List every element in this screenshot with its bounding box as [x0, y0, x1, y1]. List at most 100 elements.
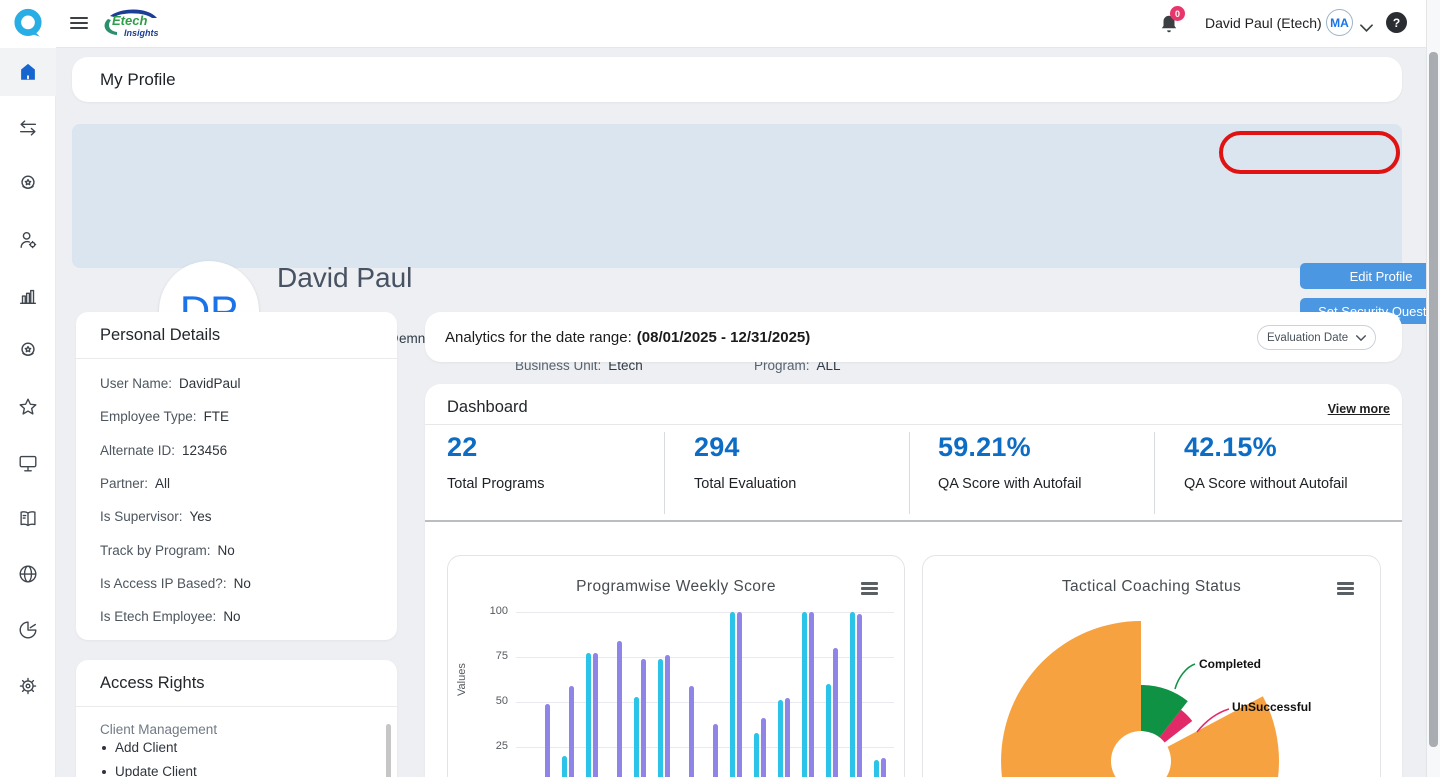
personal-details-card: Personal Details User Name: DavidPaul Emp…	[76, 312, 397, 640]
analytics-bar: Analytics for the date range: (08/01/202…	[425, 312, 1402, 362]
gridline	[516, 612, 894, 613]
evaluation-date-dropdown[interactable]: Evaluation Date	[1257, 325, 1376, 350]
detail-row-alternate-id: Alternate ID: 123456	[100, 443, 228, 458]
bar-purple-7	[713, 723, 718, 777]
stat-qa-without-autofail: 42.15% QA Score without Autofail	[1184, 432, 1348, 492]
coaching-status-chart-card: Tactical Coaching Status Completed UnSuc…	[922, 555, 1381, 777]
page-scrollbar-thumb[interactable]	[1429, 52, 1438, 747]
bar-purple-14	[881, 757, 886, 777]
bar-purple-6	[689, 685, 694, 777]
access-rights-scrollbar-thumb[interactable]	[386, 724, 391, 777]
y-tick: 25	[495, 740, 508, 752]
bar-purple-1	[569, 685, 574, 777]
bar-purple-13	[857, 613, 862, 777]
divider	[425, 520, 1402, 522]
page-scrollbar[interactable]	[1426, 0, 1440, 777]
avatar-initials: MA	[1330, 15, 1349, 30]
award-badge-icon	[21, 342, 35, 356]
personal-details-title: Personal Details	[100, 326, 221, 344]
etech-insights-logo: Etech Insights	[104, 9, 159, 38]
sidebar-item-reports[interactable]	[0, 272, 56, 320]
user-settings-icon	[20, 231, 37, 249]
divider	[664, 432, 665, 514]
bar-purple-5	[665, 655, 670, 777]
brand-line1: Etech	[112, 13, 147, 28]
award-badge-icon	[21, 175, 35, 189]
bar-purple-3	[617, 640, 622, 777]
sidebar	[0, 48, 56, 777]
detail-row-etech-employee: Is Etech Employee: No	[100, 609, 241, 624]
bar-cyan-2	[586, 653, 591, 777]
bar-cyan-9	[754, 732, 759, 777]
detail-row-user-name: User Name: DavidPaul	[100, 376, 241, 391]
help-icon[interactable]: ?	[1386, 12, 1407, 33]
bar-cyan-4	[634, 696, 639, 777]
brand-logo: Etech Insights	[98, 5, 162, 48]
app-logo	[0, 0, 56, 48]
bar-chart-icon	[19, 289, 37, 305]
sidebar-item-user-management[interactable]	[0, 216, 56, 264]
y-tick: 100	[489, 605, 508, 617]
access-rights-group: Client Management	[100, 722, 218, 737]
y-axis-title: Values	[456, 663, 468, 696]
pie-label-completed: Completed	[1199, 657, 1262, 671]
profile-banner: DP David Paul Email:David.paul@emnop.com…	[72, 124, 1440, 373]
pie-label-unsuccessful: UnSuccessful	[1232, 700, 1312, 714]
brand-line2: Insights	[124, 28, 159, 38]
detail-row-partner: Partner: All	[100, 476, 171, 491]
detail-row-track-by-program: Track by Program: No	[100, 543, 235, 558]
analytics-label: Analytics for the date range:	[445, 328, 632, 346]
divider	[76, 358, 397, 359]
detail-row-is-supervisor: Is Supervisor: Yes	[100, 509, 212, 524]
access-rights-card: Access Rights Client Management Add Clie…	[76, 660, 397, 777]
view-more-link[interactable]: View more	[1328, 402, 1390, 416]
sidebar-item-favorites[interactable]	[0, 383, 56, 431]
bar-purple-10	[785, 698, 790, 777]
user-avatar[interactable]: MA	[1326, 9, 1353, 36]
sidebar-item-home[interactable]	[0, 48, 56, 96]
sidebar-item-settings[interactable]	[0, 662, 56, 710]
divider	[909, 432, 910, 514]
home-icon	[21, 63, 35, 80]
detail-row-employee-type: Employee Type: FTE	[100, 409, 230, 424]
globe-icon	[19, 565, 37, 583]
pie-chart-icon	[19, 621, 37, 639]
notification-count-badge: 0	[1170, 6, 1185, 21]
bar-purple-2	[593, 653, 598, 777]
sidebar-item-monitoring[interactable]	[0, 439, 56, 487]
label-connector	[1174, 663, 1196, 690]
settings-gear-icon	[19, 677, 37, 695]
divider	[425, 424, 1402, 425]
bar-purple-9	[761, 718, 766, 777]
bar-cyan-5	[658, 658, 663, 777]
dropdown-selected-value: Evaluation Date	[1267, 331, 1349, 344]
sidebar-item-coaching[interactable]	[0, 327, 56, 375]
page-title: My Profile	[100, 69, 176, 89]
chart-menu-icon[interactable]	[861, 582, 878, 597]
menu-toggle-icon[interactable]	[70, 17, 88, 31]
bar-cyan-11	[802, 612, 807, 777]
access-right-item: Add Client	[102, 740, 177, 755]
edit-profile-button[interactable]: Edit Profile	[1300, 263, 1440, 289]
profile-name: David Paul	[277, 262, 413, 293]
weekly-score-chart-card: Programwise Weekly Score Values 100 75 5…	[447, 555, 905, 777]
monitor-icon	[19, 455, 37, 472]
q-logo-icon	[14, 8, 42, 37]
sidebar-item-transfer[interactable]	[0, 104, 56, 152]
bar-purple-8	[737, 612, 742, 777]
bar-cyan-1	[562, 756, 567, 777]
divider	[76, 706, 397, 707]
bar-purple-4	[641, 658, 646, 777]
sidebar-item-global[interactable]	[0, 550, 56, 598]
y-tick: 50	[495, 695, 508, 707]
sidebar-item-library[interactable]	[0, 495, 56, 543]
book-icon	[20, 511, 36, 527]
sidebar-item-quality[interactable]	[0, 160, 56, 208]
chevron-down-icon[interactable]	[1360, 19, 1373, 37]
bar-cyan-12	[826, 684, 831, 777]
access-rights-title: Access Rights	[100, 674, 205, 692]
chevron-down-icon	[1356, 334, 1366, 341]
bar-cyan-14	[874, 759, 879, 777]
stat-qa-with-autofail: 59.21% QA Score with Autofail	[938, 432, 1082, 492]
sidebar-item-analytics[interactable]	[0, 606, 56, 654]
